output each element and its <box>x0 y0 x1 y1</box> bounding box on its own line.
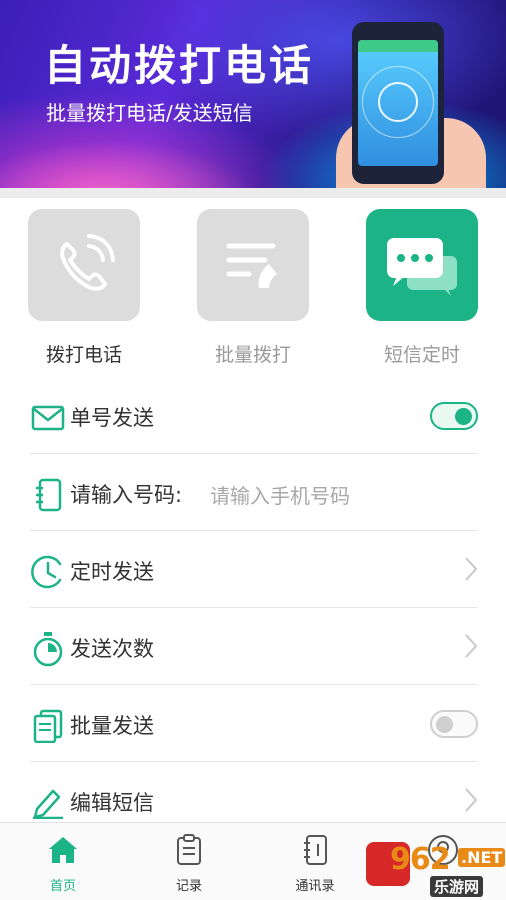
nav-home-label: 首页 <box>49 879 76 894</box>
phone-number-label: 请输入号码: <box>70 483 183 507</box>
edit-sms-label: 编辑短信 <box>70 791 154 815</box>
single-send-row: 单号发送 <box>30 378 478 454</box>
nav-home[interactable]: 首页 <box>0 823 126 900</box>
watermark-number: 962 <box>390 842 451 877</box>
sms-schedule-button[interactable] <box>366 209 478 321</box>
documents-icon <box>30 708 66 744</box>
phone-status-bar-illustration <box>358 40 438 52</box>
clipboard-icon <box>173 833 205 867</box>
toggle-knob <box>455 408 472 425</box>
timed-send-row[interactable]: 定时发送 <box>30 532 478 608</box>
contacts-icon <box>299 833 331 867</box>
nav-records-label: 记录 <box>175 879 202 894</box>
nav-contacts-label: 通讯录 <box>295 879 335 894</box>
stopwatch-icon <box>30 631 66 667</box>
promo-banner[interactable]: 自动拨打电话 批量拨打电话/发送短信 <box>0 0 506 188</box>
dial-call-label: 拨打电话 <box>45 344 122 366</box>
batch-dial-label: 批量拨打 <box>214 344 291 366</box>
nav-contacts[interactable]: 通讯录 <box>252 823 378 900</box>
envelope-icon <box>30 400 66 436</box>
phone-call-icon <box>60 234 115 291</box>
batch-send-label: 批量发送 <box>70 714 154 738</box>
nav-records[interactable]: 记录 <box>126 823 252 900</box>
banner-title: 自动拨打电话 <box>44 41 315 90</box>
banner-subtitle: 批量拨打电话/发送短信 <box>46 101 253 125</box>
batch-send-toggle[interactable] <box>430 710 478 738</box>
batch-send-row: 批量发送 <box>30 686 478 762</box>
chevron-right-icon <box>465 788 478 812</box>
single-send-label: 单号发送 <box>70 406 154 430</box>
globe-icon <box>378 82 418 122</box>
send-count-label: 发送次数 <box>70 637 154 661</box>
watermark-site-name: 乐游网 <box>430 876 484 897</box>
timed-send-label: 定时发送 <box>70 560 154 584</box>
clock-icon <box>30 554 66 590</box>
batch-dial-icon <box>226 243 277 288</box>
send-count-row[interactable]: 发送次数 <box>30 609 478 685</box>
chevron-right-icon <box>465 634 478 658</box>
pencil-icon <box>30 785 66 821</box>
phone-number-row: 请输入号码: 请输入手机号码 <box>30 455 478 531</box>
watermark-net: .NET <box>458 848 506 867</box>
home-icon <box>47 833 79 867</box>
toggle-knob <box>436 716 453 733</box>
chevron-right-icon <box>465 557 478 581</box>
section-divider <box>0 188 506 198</box>
single-send-toggle[interactable] <box>430 402 478 430</box>
sms-bubble-icon <box>387 238 457 296</box>
batch-dial-button[interactable] <box>197 209 309 321</box>
site-watermark: 962 .NET 乐游网 <box>366 836 506 897</box>
dial-call-button[interactable] <box>28 209 140 321</box>
sms-schedule-label: 短信定时 <box>383 344 460 366</box>
phone-number-input[interactable]: 请输入手机号码 <box>210 480 350 509</box>
address-book-icon <box>30 477 66 513</box>
